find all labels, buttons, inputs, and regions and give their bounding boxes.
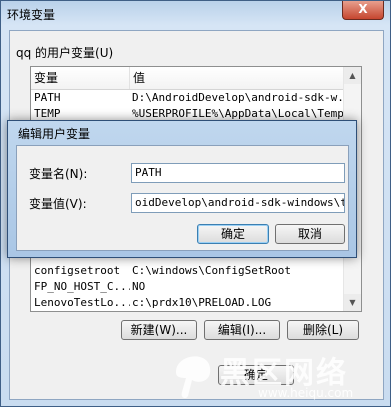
scroll-up-icon[interactable]: ▲: [344, 67, 361, 84]
variable-value-field[interactable]: oidDevelop\android-sdk-windows\tools: [131, 193, 345, 213]
window-title: 环境变量: [7, 8, 56, 22]
column-header-variable[interactable]: 变量: [31, 67, 130, 89]
watermark: 黑区网络 www.heiqu.com: [168, 336, 390, 406]
dialog-ok-button[interactable]: 确定: [197, 224, 269, 244]
column-header-value[interactable]: 值: [130, 67, 361, 89]
variable-name-field[interactable]: PATH: [131, 163, 345, 183]
list-row[interactable]: PATH D:\AndroidDevelop\android-sdk-w...: [31, 90, 361, 106]
row-value: c:\prdx10\PRELOAD.LOG: [132, 296, 272, 309]
user-variables-group-label: qq 的用户变量(U): [16, 46, 114, 60]
watermark-url: www.heiqu.com: [258, 386, 354, 400]
row-value: C:\windows\ConfigSetRoot: [132, 264, 291, 277]
row-name: FP_NO_HOST_C...: [34, 280, 130, 293]
variable-value-label: 变量值(V):: [29, 197, 87, 211]
dialog-body: 变量名(N): PATH 变量值(V): oidDevelop\android-…: [16, 145, 349, 251]
dialog-title: 编辑用户变量: [18, 127, 91, 141]
list-row[interactable]: configsetroot C:\windows\ConfigSetRoot: [31, 263, 344, 279]
row-name: configsetroot: [34, 264, 121, 277]
list-header: 变量 值: [31, 67, 361, 90]
watermark-logo-icon: [176, 356, 211, 399]
variable-name-label: 变量名(N):: [29, 167, 88, 181]
row-name: PATH: [34, 91, 61, 104]
edit-user-variable-dialog: 编辑用户变量 变量名(N): PATH 变量值(V): oidDevelop\a…: [7, 120, 357, 258]
list-row[interactable]: FP_NO_HOST_C... NO: [31, 279, 344, 295]
row-value: NO: [132, 280, 146, 293]
row-value: D:\AndroidDevelop\android-sdk-w...: [132, 91, 358, 104]
dialog-cancel-button[interactable]: 取消: [275, 224, 345, 244]
scroll-down-icon[interactable]: ▼: [344, 294, 361, 311]
close-button[interactable]: X: [342, 1, 384, 20]
list-row[interactable]: LenovoTestLo... c:\prdx10\PRELOAD.LOG: [31, 295, 344, 311]
row-name: LenovoTestLo...: [34, 296, 130, 309]
